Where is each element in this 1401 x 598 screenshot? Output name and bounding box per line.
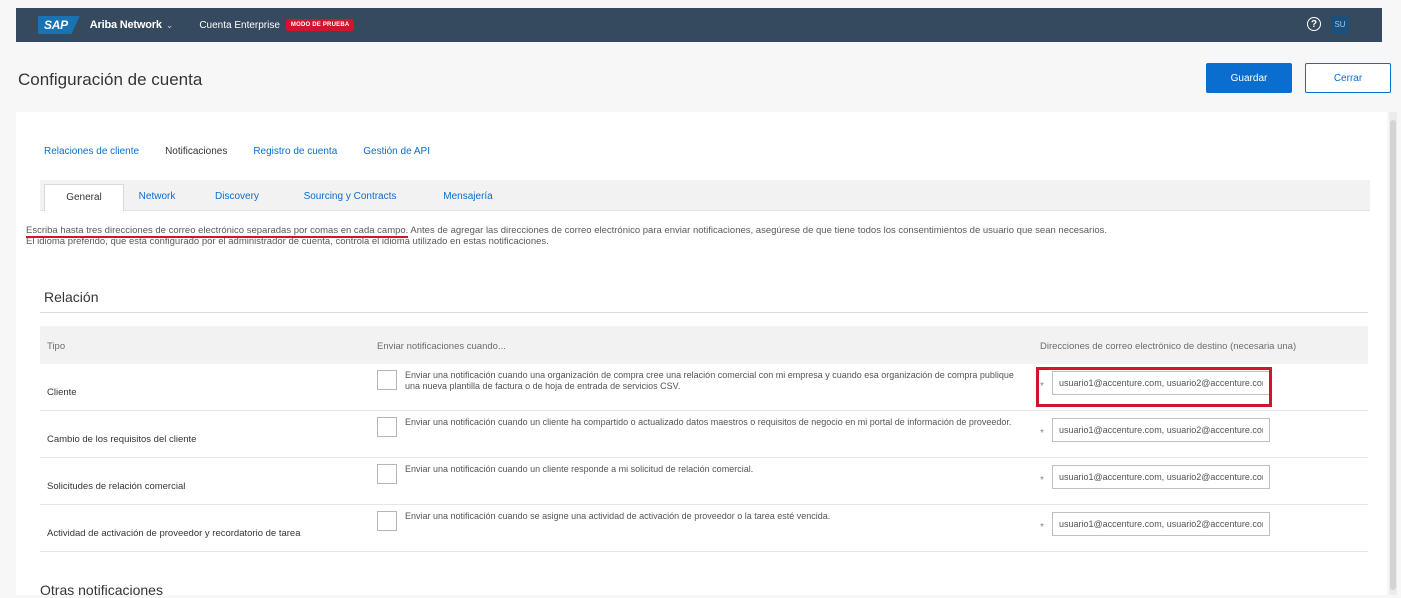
help-icon[interactable]: ? xyxy=(1307,17,1321,31)
row-description: Enviar una notificación cuando se asigne… xyxy=(405,511,831,521)
section-divider xyxy=(40,312,1368,313)
section-title: Relación xyxy=(44,289,99,305)
scrollbar-thumb[interactable] xyxy=(1390,120,1396,590)
settings-nav: Relaciones de cliente Notificaciones Reg… xyxy=(44,146,456,157)
highlight-box xyxy=(1036,367,1272,407)
header-type: Tipo xyxy=(47,341,66,352)
required-mark: * xyxy=(1040,522,1044,533)
row-description: Enviar una notificación cuando un client… xyxy=(405,464,754,474)
info-text: Escriba hasta tres direcciones de correo… xyxy=(26,225,1346,247)
page-title: Configuración de cuenta xyxy=(18,70,203,89)
notify-checkbox[interactable] xyxy=(377,417,397,437)
test-mode-badge: MODO DE PRUEBA xyxy=(285,19,355,31)
row-description: Enviar una notificación cuando un client… xyxy=(405,417,1012,427)
close-button[interactable]: Cerrar xyxy=(1305,63,1391,93)
shell-bar: SAP Ariba Network ⌄ Cuenta Enterprise MO… xyxy=(16,8,1382,42)
table-row: Cambio de los requisitos del cliente Env… xyxy=(40,411,1368,458)
notify-checkbox[interactable] xyxy=(377,370,397,390)
avatar[interactable]: SU xyxy=(1331,16,1349,34)
tab-general[interactable]: General xyxy=(44,184,124,211)
other-notifications-title: Otras notificaciones xyxy=(40,582,163,598)
header-send-when: Enviar notificaciones cuando... xyxy=(377,341,506,352)
header-emails: Direcciones de correo electrónico de des… xyxy=(1040,341,1297,352)
notify-checkbox[interactable] xyxy=(377,511,397,531)
notify-checkbox[interactable] xyxy=(377,464,397,484)
nav-notifications[interactable]: Notificaciones xyxy=(165,146,227,157)
table-header: Tipo Enviar notificaciones cuando... Dir… xyxy=(40,326,1368,364)
required-mark: * xyxy=(1040,475,1044,486)
nav-api-management[interactable]: Gestión de API xyxy=(363,146,430,157)
tab-network[interactable]: Network xyxy=(126,184,188,210)
nav-customer-relationships[interactable]: Relaciones de cliente xyxy=(44,146,139,157)
email-field[interactable] xyxy=(1052,512,1270,536)
row-type: Cliente xyxy=(47,387,77,398)
row-type: Solicitudes de relación comercial xyxy=(47,481,186,492)
email-field[interactable] xyxy=(1052,465,1270,489)
save-button[interactable]: Guardar xyxy=(1206,63,1292,93)
tab-messaging[interactable]: Mensajería xyxy=(424,184,512,210)
account-type: Cuenta Enterprise xyxy=(199,19,280,31)
sap-logo[interactable]: SAP xyxy=(38,16,80,34)
product-name[interactable]: Ariba Network xyxy=(90,19,162,31)
nav-account-registration[interactable]: Registro de cuenta xyxy=(253,146,337,157)
info-language: El idioma preferido, que está configurad… xyxy=(26,236,549,247)
required-mark: * xyxy=(1040,428,1044,439)
row-description: Enviar una notificación cuando una organ… xyxy=(405,370,1014,391)
table-row: Actividad de activación de proveedor y r… xyxy=(40,505,1368,552)
chevron-down-icon[interactable]: ⌄ xyxy=(166,20,174,31)
tab-sourcing-contracts[interactable]: Sourcing y Contracts xyxy=(286,184,414,210)
row-type: Actividad de activación de proveedor y r… xyxy=(47,528,301,539)
row-type: Cambio de los requisitos del cliente xyxy=(47,434,197,445)
email-field[interactable] xyxy=(1052,418,1270,442)
table-row: Solicitudes de relación comercial Enviar… xyxy=(40,458,1368,505)
tab-discovery[interactable]: Discovery xyxy=(200,184,274,210)
info-rest: Antes de agregar las direcciones de corr… xyxy=(408,225,1107,236)
